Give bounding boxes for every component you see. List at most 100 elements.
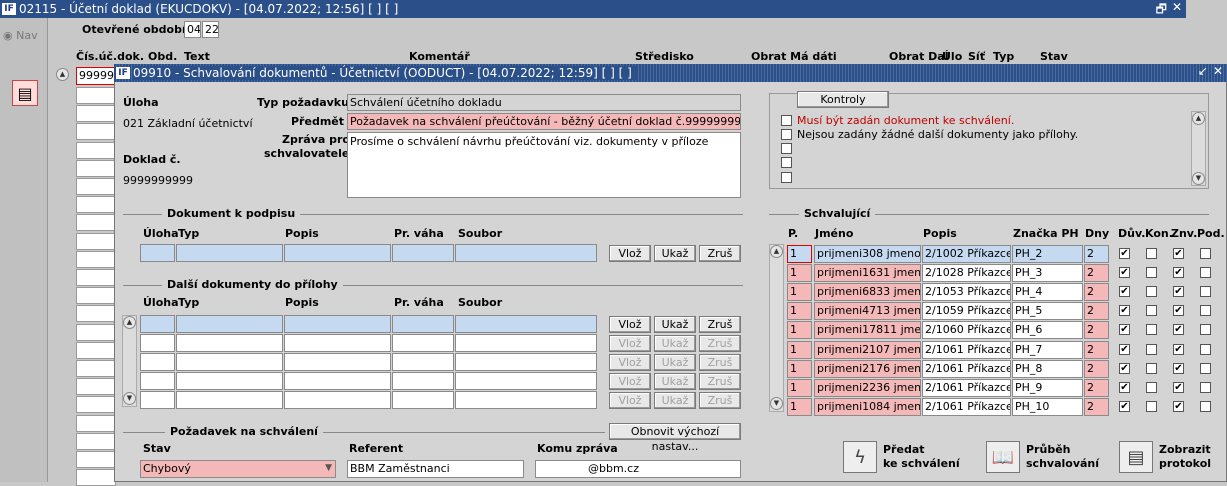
approver-jmeno-cell[interactable]: prijmeni2236 jmeno22: [814, 378, 921, 397]
dialog-close-icon[interactable]: ✕: [1213, 64, 1223, 78]
bg-table-row[interactable]: [76, 323, 116, 341]
doc2-ukaz-button[interactable]: Ukaž: [654, 392, 696, 409]
doc2-cell[interactable]: [140, 315, 175, 333]
approver-p-cell[interactable]: 1: [787, 378, 812, 397]
bg-table-row[interactable]: [76, 341, 116, 359]
doc1-vaha-cell[interactable]: [392, 244, 454, 262]
approver-pod-checkbox[interactable]: [1200, 362, 1211, 374]
approver-kon-checkbox[interactable]: [1146, 381, 1157, 393]
doc2-cell[interactable]: [140, 372, 175, 390]
approver-duv-checkbox[interactable]: ✔: [1119, 362, 1130, 374]
approver-pod-checkbox[interactable]: [1200, 381, 1211, 393]
approver-dny-cell[interactable]: 2: [1084, 397, 1109, 416]
approver-p-cell[interactable]: 1: [787, 340, 812, 359]
doc2-cell[interactable]: [176, 334, 283, 352]
bg-table-row[interactable]: [76, 105, 116, 123]
approver-popis-cell[interactable]: 2/1061 Příkazce o: [922, 397, 1011, 416]
doc2-ukaz-button[interactable]: Ukaž: [654, 316, 696, 333]
bg-table-row[interactable]: [76, 123, 116, 141]
appr-scrollbar[interactable]: [769, 244, 784, 412]
bg-table-row[interactable]: [76, 178, 116, 195]
approver-popis-cell[interactable]: 2/1061 Příkazce o: [922, 359, 1011, 378]
approver-pod-checkbox[interactable]: [1200, 305, 1211, 317]
doc2-vloz-button[interactable]: Vlož: [609, 354, 651, 371]
kontroly-cb-5[interactable]: [781, 172, 792, 183]
approver-kon-checkbox[interactable]: [1146, 286, 1157, 298]
approver-znv-checkbox[interactable]: ✔: [1173, 400, 1184, 412]
doc2-cell[interactable]: [392, 315, 454, 333]
approver-pod-checkbox[interactable]: [1200, 248, 1211, 259]
doc2-vloz-button[interactable]: Vlož: [609, 335, 651, 352]
approver-popis-cell[interactable]: 2/1060 Příkazce o: [922, 321, 1011, 340]
bg-table-row[interactable]: [76, 196, 116, 214]
bg-table-row[interactable]: [76, 378, 116, 396]
approver-p-cell[interactable]: 1: [787, 321, 812, 340]
doc2-vloz-button[interactable]: Vlož: [609, 392, 651, 409]
approver-popis-cell[interactable]: 2/1053 Příkazce o: [922, 283, 1011, 302]
approver-jmeno-cell[interactable]: prijmeni6833 jmeno68: [814, 283, 921, 302]
doc2-cell[interactable]: [284, 353, 391, 371]
kontroly-scroll-up-icon[interactable]: ▲: [1192, 112, 1205, 125]
approver-pod-checkbox[interactable]: [1200, 286, 1211, 298]
period-month-field[interactable]: 04: [184, 21, 201, 38]
doc2-cell[interactable]: [455, 334, 597, 352]
doc2-scroll-down-icon[interactable]: ▼: [123, 392, 136, 405]
approver-znv-checkbox[interactable]: ✔: [1173, 248, 1184, 259]
doc2-cell[interactable]: [284, 334, 391, 352]
bg-table-row[interactable]: [76, 451, 116, 468]
approver-znv-checkbox[interactable]: ✔: [1173, 343, 1184, 355]
bg-table-row[interactable]: [76, 159, 116, 177]
approver-popis-cell[interactable]: 2/1028 Příkazce o: [922, 264, 1011, 283]
document-icon[interactable]: ▤: [12, 80, 38, 106]
predat-button[interactable]: ϟ Předat ke schválení: [843, 441, 960, 473]
approver-jmeno-cell[interactable]: prijmeni1631 jmeno16: [814, 264, 921, 283]
appr-scroll-up-icon[interactable]: ▲: [770, 245, 783, 258]
bg-table-row[interactable]: [76, 469, 116, 486]
doc1-ukaz-button[interactable]: Ukaž: [654, 245, 696, 262]
approver-duv-checkbox[interactable]: ✔: [1119, 343, 1130, 355]
obnovit-button[interactable]: Obnovit výchozí nastav...: [609, 423, 741, 453]
doc2-cell[interactable]: [455, 391, 597, 409]
approver-jmeno-cell[interactable]: prijmeni2176 jmeno21: [814, 359, 921, 378]
bg-table-row[interactable]: [76, 360, 116, 377]
doc2-cell[interactable]: [284, 372, 391, 390]
background-titlebar[interactable]: IF 02115 - Účetní doklad (EKUCDOKV) - [0…: [0, 0, 1186, 18]
doc2-zrus-button[interactable]: Zruš: [699, 392, 741, 409]
bg-table-row[interactable]: [76, 414, 116, 432]
approver-popis-cell[interactable]: 2/1061 Příkazce o: [922, 340, 1011, 359]
doc2-cell[interactable]: [140, 334, 175, 352]
approver-p-cell[interactable]: 1: [787, 283, 812, 302]
doc2-cell[interactable]: [140, 391, 175, 409]
doc2-zrus-button[interactable]: Zruš: [699, 316, 741, 333]
doc2-vloz-button[interactable]: Vlož: [609, 373, 651, 390]
doc2-scroll-up-icon[interactable]: ▲: [123, 316, 136, 329]
doc2-zrus-button[interactable]: Zruš: [699, 373, 741, 390]
approver-znacka-cell[interactable]: PH_7: [1012, 340, 1083, 359]
doc2-cell[interactable]: [392, 391, 454, 409]
approver-duv-checkbox[interactable]: ✔: [1119, 248, 1130, 259]
bg-table-row[interactable]: [76, 87, 116, 104]
approver-p-cell[interactable]: 1: [787, 264, 812, 283]
predmet-field[interactable]: Požadavek na schválení přeúčtování - běž…: [347, 113, 741, 130]
approver-znv-checkbox[interactable]: ✔: [1173, 267, 1184, 279]
approver-kon-checkbox[interactable]: [1146, 305, 1157, 317]
kontroly-cb-2[interactable]: [781, 129, 792, 140]
doc2-cell[interactable]: [176, 391, 283, 409]
approver-kon-checkbox[interactable]: [1146, 324, 1157, 336]
zprava-textarea[interactable]: Prosíme o schválení návrhu přeúčtování v…: [347, 132, 741, 198]
kontroly-cb-1[interactable]: [781, 115, 792, 126]
doc2-ukaz-button[interactable]: Ukaž: [654, 354, 696, 371]
bg-table-row[interactable]: [76, 396, 116, 414]
doc2-vloz-button[interactable]: Vlož: [609, 316, 651, 333]
approver-p-cell[interactable]: 1: [787, 359, 812, 378]
doc2-ukaz-button[interactable]: Ukaž: [654, 335, 696, 352]
approver-znacka-cell[interactable]: PH_8: [1012, 359, 1083, 378]
kontroly-cb-4[interactable]: [781, 157, 792, 168]
doc2-cell[interactable]: [455, 372, 597, 390]
approver-dny-cell[interactable]: 2: [1084, 378, 1109, 397]
kontroly-button[interactable]: Kontroly: [797, 91, 889, 108]
approver-pod-checkbox[interactable]: [1200, 324, 1211, 336]
doc2-cell[interactable]: [455, 315, 597, 333]
approver-popis-cell[interactable]: 2/1061 Příkazce o: [922, 378, 1011, 397]
approver-znacka-cell[interactable]: PH_4: [1012, 283, 1083, 302]
